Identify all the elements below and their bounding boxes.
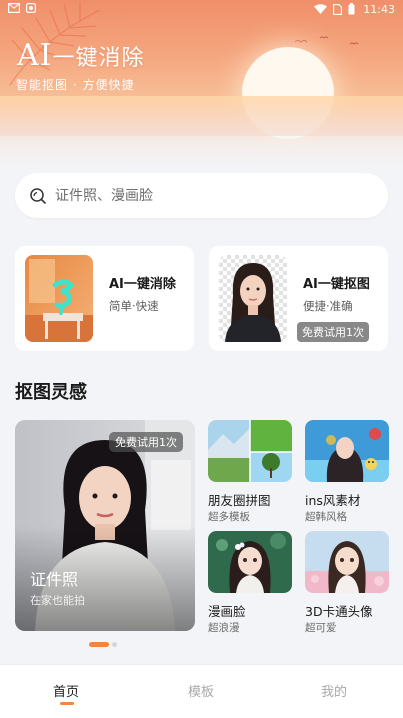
mail-icon bbox=[8, 3, 20, 13]
feature-subtitle: 简单·快速 bbox=[109, 299, 159, 313]
anime-face-image-art bbox=[208, 531, 292, 593]
tile-subtitle: 超浪漫 bbox=[208, 622, 240, 634]
tile-title: 漫画脸 bbox=[208, 604, 246, 619]
free-trial-badge: 免费试用1次 bbox=[109, 432, 183, 452]
3d-avatar-image bbox=[305, 531, 389, 593]
hero-title: AI一键消除 bbox=[17, 38, 145, 73]
sim-icon bbox=[333, 3, 342, 15]
erase-thumbnail-image bbox=[25, 255, 93, 342]
bottom-tab-bar: 首页 模板 我的 bbox=[0, 664, 403, 718]
status-left-icons bbox=[8, 3, 36, 13]
featured-subtitle: 在家也能拍 bbox=[30, 594, 85, 607]
tile-title: 朋友圈拼图 bbox=[208, 493, 271, 508]
carousel-dot bbox=[112, 642, 117, 647]
hero-subtitle: 智能抠图 · 方便快捷 bbox=[16, 78, 135, 92]
ins-material-image bbox=[305, 420, 389, 482]
carousel-indicator bbox=[89, 642, 117, 647]
feature-title: AI一键消除 bbox=[109, 277, 176, 292]
status-time: 11:43 bbox=[363, 3, 395, 16]
hero-title-cn: 一键消除 bbox=[52, 46, 145, 71]
tile-subtitle: 超多模板 bbox=[208, 511, 250, 523]
hero-fade bbox=[0, 100, 403, 175]
cutout-thumbnail-image bbox=[219, 255, 287, 342]
tile-anime-face[interactable] bbox=[208, 531, 292, 593]
erase-thumbnail bbox=[25, 255, 93, 342]
feature-card-cutout[interactable]: AI一键抠图 便捷·准确 免费试用1次 bbox=[209, 246, 388, 351]
hero-banner[interactable]: AI一键消除 智能抠图 · 方便快捷 bbox=[0, 0, 403, 175]
carousel-dot-active bbox=[89, 642, 109, 647]
status-right-icons bbox=[314, 3, 355, 15]
collage-image bbox=[208, 420, 292, 482]
battery-icon bbox=[348, 3, 355, 15]
feature-title: AI一键抠图 bbox=[303, 277, 370, 292]
tile-title: 3D卡通头像 bbox=[305, 604, 373, 619]
tile-ins-material[interactable] bbox=[305, 420, 389, 482]
ins-material-image-art bbox=[305, 420, 389, 482]
feature-card-erase[interactable]: AI一键消除 简单·快速 bbox=[15, 246, 194, 351]
tab-active-indicator bbox=[60, 702, 74, 705]
feature-subtitle: 便捷·准确 bbox=[303, 299, 353, 313]
search-icon bbox=[30, 187, 46, 204]
app-notification-icon bbox=[26, 3, 36, 13]
cutout-thumbnail bbox=[219, 255, 287, 342]
tile-subtitle: 超韩风格 bbox=[305, 511, 347, 523]
tab-mine[interactable]: 我的 bbox=[321, 681, 347, 700]
section-title: 抠图灵感 bbox=[15, 382, 87, 403]
wifi-icon bbox=[314, 4, 327, 14]
anime-face-image bbox=[208, 531, 292, 593]
tile-collage[interactable] bbox=[208, 420, 292, 482]
status-bar: 11:43 bbox=[0, 0, 403, 20]
tile-subtitle: 超可爱 bbox=[305, 622, 337, 634]
tab-home[interactable]: 首页 bbox=[53, 681, 79, 700]
tile-title: ins风素材 bbox=[305, 493, 361, 508]
featured-card-id-photo[interactable]: 免费试用1次 证件照 在家也能拍 bbox=[15, 420, 195, 631]
3d-avatar-image-art bbox=[305, 531, 389, 593]
hero-title-latin: AI bbox=[17, 38, 53, 73]
search-input[interactable] bbox=[55, 187, 355, 204]
free-trial-badge: 免费试用1次 bbox=[297, 322, 369, 342]
tab-templates[interactable]: 模板 bbox=[188, 681, 214, 700]
tile-3d-avatar[interactable] bbox=[305, 531, 389, 593]
collage-image-art bbox=[208, 420, 292, 482]
featured-title: 证件照 bbox=[30, 570, 79, 589]
search-bar[interactable] bbox=[15, 173, 388, 218]
